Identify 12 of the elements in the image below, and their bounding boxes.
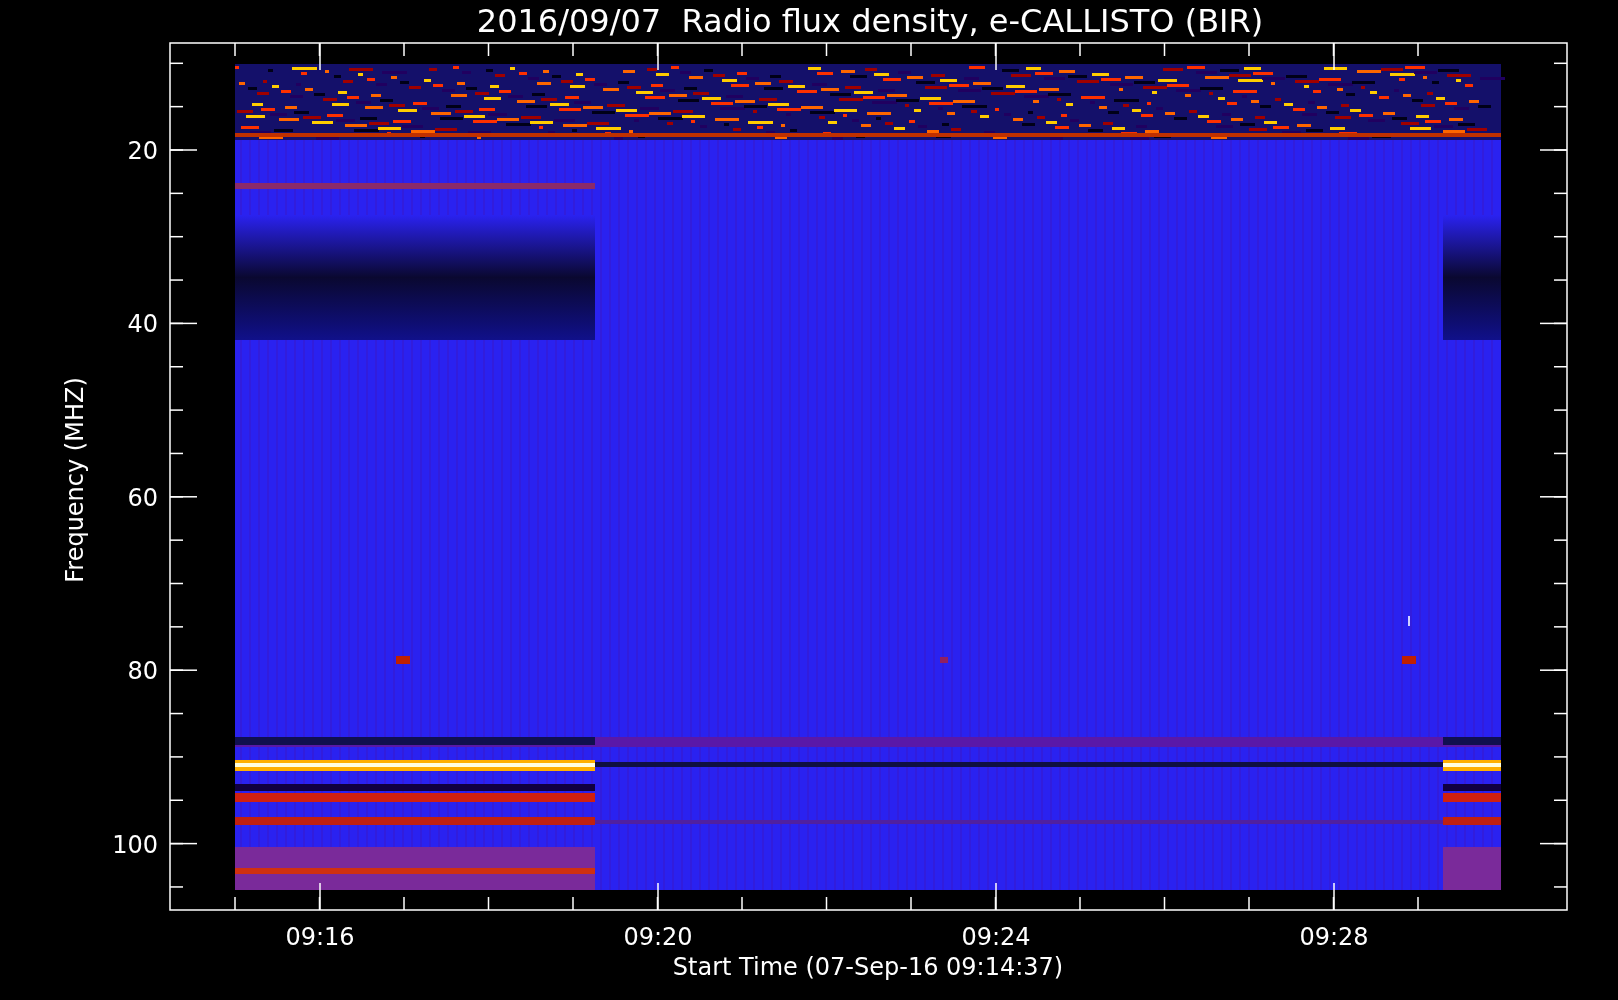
tick-label: 100 xyxy=(112,830,158,859)
plot-title: 2016/09/07 Radio flux density, e-CALLISTO (BIR) xyxy=(476,2,1264,40)
tick-label: 09:16 xyxy=(285,923,355,951)
tick-label: 80 xyxy=(127,657,158,686)
axis-label: Frequency (MHZ) xyxy=(61,377,89,583)
tick-label: 09:24 xyxy=(961,923,1031,951)
tick-label: 60 xyxy=(127,483,158,512)
tick-label: 20 xyxy=(127,137,158,165)
tick-label: 09:28 xyxy=(1299,923,1369,951)
tick-label: 40 xyxy=(127,310,158,339)
tick-label: 09:20 xyxy=(623,923,693,951)
axis-label: Start Time (07-Sep-16 09:14:37) xyxy=(672,953,1064,981)
